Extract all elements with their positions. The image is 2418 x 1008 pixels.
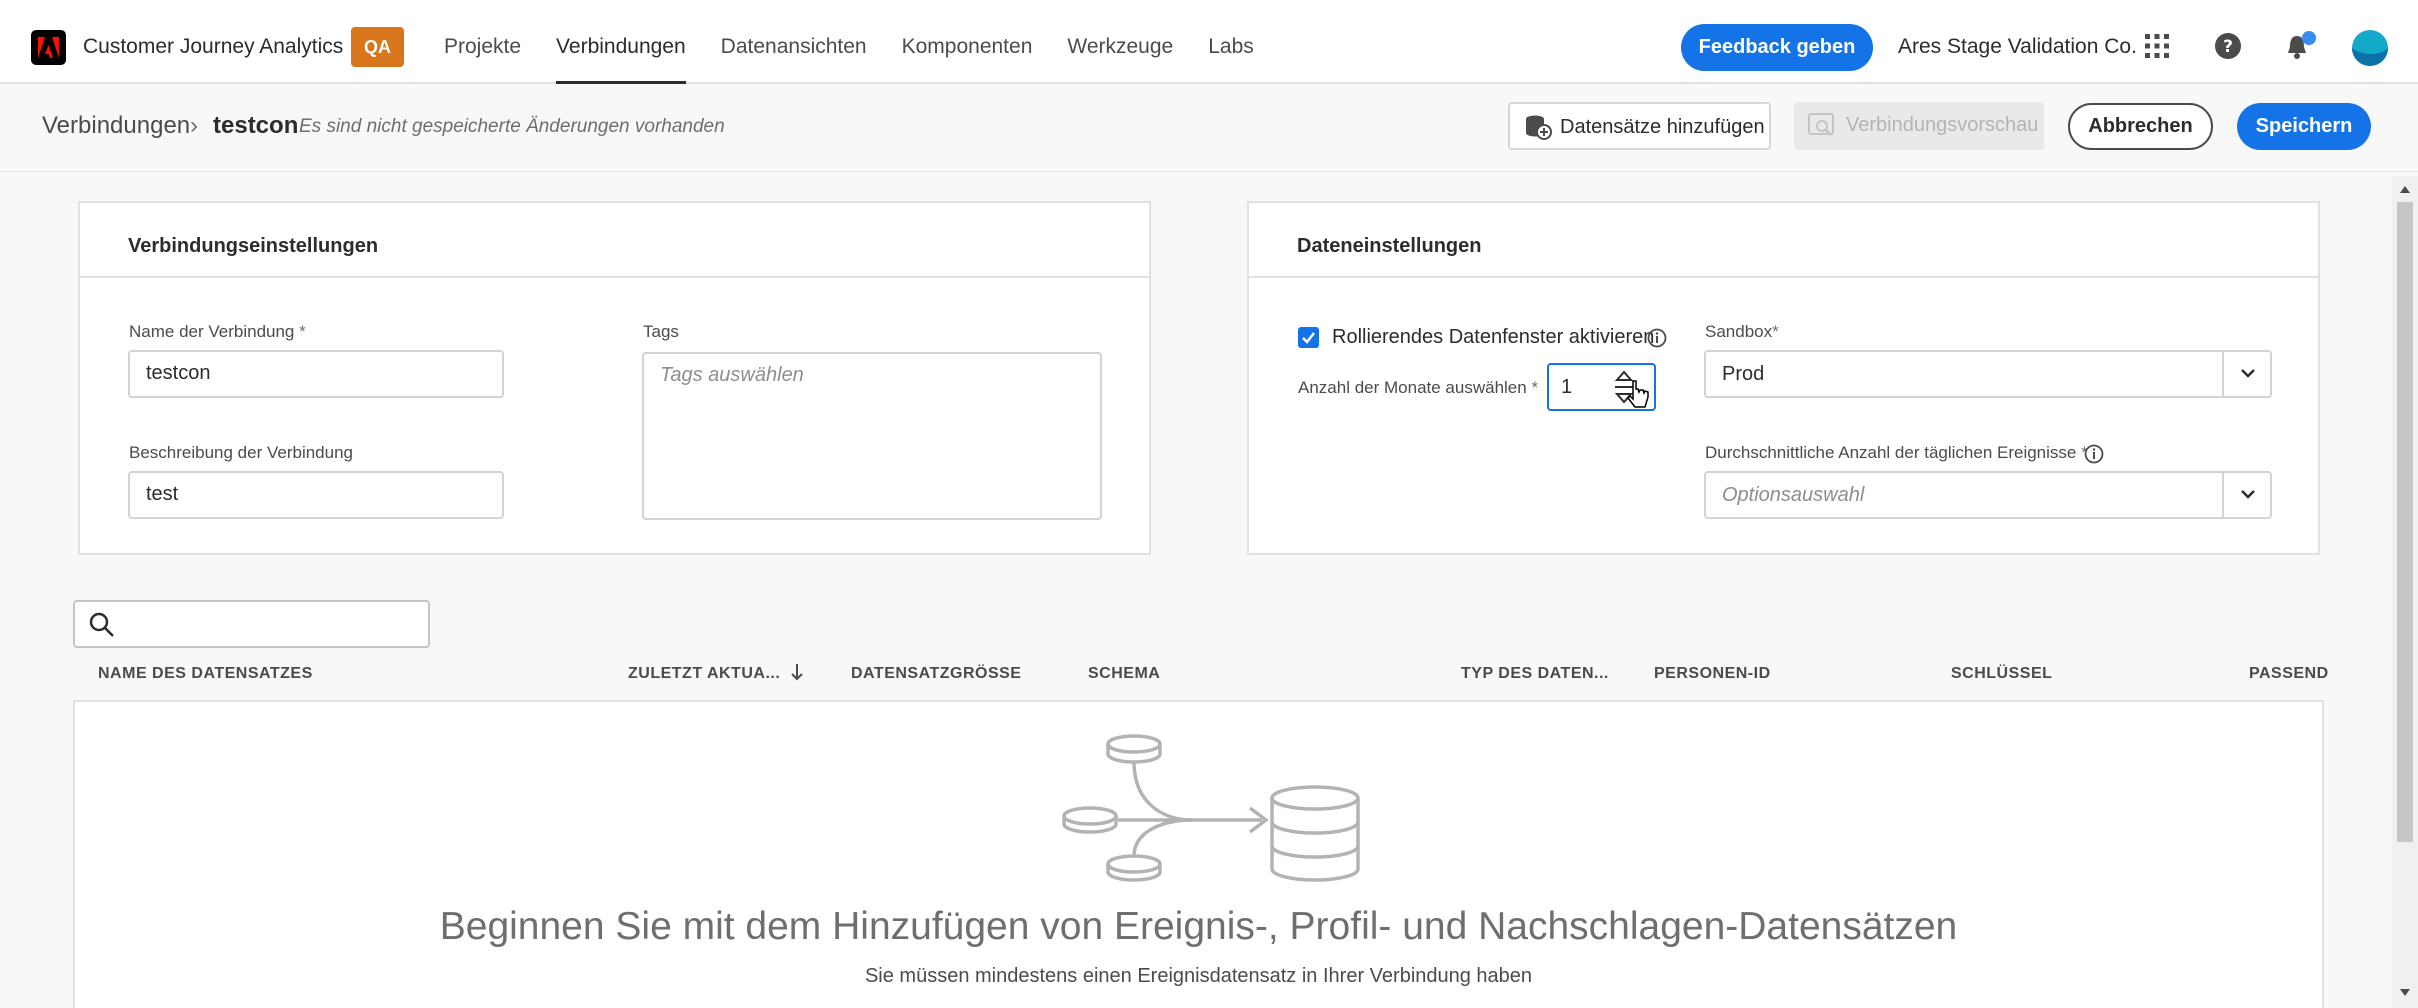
adobe-logo-icon[interactable] [31, 30, 66, 65]
breadcrumb: Verbindungen › testcon Es sind nicht ges… [0, 86, 2418, 172]
connection-description-label: Beschreibung der Verbindung [129, 443, 353, 462]
feedback-button[interactable]: Feedback geben [1681, 24, 1873, 71]
dataset-add-icon [1524, 114, 1552, 146]
data-settings-card: Dateneinstellungen Rollierendes Datenfen… [1247, 201, 2320, 555]
column-schema[interactable]: SCHEMA [1088, 665, 1160, 683]
scrollbar-thumb[interactable] [2397, 202, 2413, 842]
column-dataset-size[interactable]: DATENSATZGRÖSSE [851, 665, 1021, 683]
nav-verbindungen[interactable]: Verbindungen [556, 0, 686, 84]
save-button[interactable]: Speichern [2237, 103, 2371, 150]
empty-state-title: Beginnen Sie mit dem Hinzufügen von Erei… [439, 905, 1958, 948]
dataset-search-input[interactable] [73, 600, 430, 648]
avatar[interactable] [2352, 30, 2388, 71]
org-switcher[interactable]: Ares Stage Validation Co. [1898, 35, 2137, 59]
add-datasets-button[interactable]: Datensätze hinzufügen [1508, 102, 1771, 150]
nav-komponenten[interactable]: Komponenten [902, 0, 1033, 84]
chevron-down-icon[interactable] [2222, 473, 2270, 517]
sandbox-label: Sandbox* [1705, 322, 1779, 341]
breadcrumb-separator: › [190, 112, 198, 139]
top-navigation: Customer Journey Analytics QA Projekte V… [0, 0, 2418, 84]
sandbox-picker[interactable]: Prod [1704, 350, 2272, 398]
connection-name-label: Name der Verbindung * [129, 322, 306, 341]
daily-events-label: Durchschnittliche Anzahl der täglichen E… [1705, 443, 2088, 462]
empty-state-subtitle: Sie müssen mindestens einen Ereignisdate… [864, 965, 1533, 987]
column-last-updated[interactable]: ZULETZT AKTUA... [628, 665, 780, 683]
connection-name-input[interactable]: testcon [128, 350, 504, 398]
datasets-empty-state: Beginnen Sie mit dem Hinzufügen von Erei… [73, 700, 2324, 1008]
nav-projekte[interactable]: Projekte [444, 0, 521, 84]
breadcrumb-current: testcon [213, 112, 299, 139]
data-settings-title: Dateneinstellungen [1297, 235, 1482, 257]
breadcrumb-connections-link[interactable]: Verbindungen [42, 112, 190, 140]
info-icon[interactable] [2084, 444, 2104, 469]
connection-settings-title: Verbindungseinstellungen [128, 235, 379, 257]
months-label: Anzahl der Monate auswählen * [1298, 378, 1539, 397]
svg-text:?: ? [2223, 37, 2233, 57]
scroll-down-icon[interactable] [2399, 988, 2411, 998]
column-key[interactable]: SCHLÜSSEL [1951, 665, 2052, 683]
tags-field[interactable]: Tags auswählen [642, 352, 1102, 520]
connection-settings-card: Verbindungseinstellungen Name der Verbin… [78, 201, 1151, 555]
apps-grid-icon[interactable] [2145, 34, 2169, 63]
bell-icon[interactable] [2285, 30, 2317, 67]
page-scrollbar[interactable] [2392, 176, 2418, 1008]
preview-icon [1808, 113, 1836, 145]
connection-preview-button[interactable]: Verbindungsvorschau [1794, 102, 2044, 150]
main-nav: Projekte Verbindungen Datenansichten Kom… [444, 0, 1289, 84]
months-stepper[interactable]: 1 [1547, 363, 1656, 411]
months-value: 1 [1561, 376, 1573, 398]
sandbox-value: Prod [1722, 363, 1765, 385]
help-icon[interactable]: ? [2215, 33, 2241, 64]
cancel-button[interactable]: Abbrechen [2068, 103, 2213, 150]
column-matching[interactable]: PASSEND [2249, 665, 2329, 683]
environment-badge: QA [351, 27, 404, 67]
unsaved-changes-note: Es sind nicht gespeicherte Änderungen vo… [299, 116, 725, 137]
column-person-id[interactable]: PERSONEN-ID [1654, 665, 1771, 683]
datasets-illustration-icon [1062, 732, 1362, 887]
nav-labs[interactable]: Labs [1208, 0, 1254, 84]
scroll-up-icon[interactable] [2399, 184, 2411, 194]
column-dataset-name[interactable]: NAME DES DATENSATZES [98, 665, 313, 683]
checkmark-icon [1302, 332, 1315, 344]
search-icon [89, 612, 115, 643]
tags-placeholder: Tags auswählen [660, 364, 804, 386]
tags-label: Tags [643, 322, 679, 341]
sort-down-icon[interactable] [789, 662, 805, 687]
rolling-window-label[interactable]: Rollierendes Datenfenster aktivieren [1332, 326, 1654, 349]
daily-events-picker[interactable]: Optionsauswahl [1704, 471, 2272, 519]
info-icon[interactable] [1647, 328, 1667, 353]
rolling-window-checkbox[interactable] [1298, 327, 1319, 348]
app-name[interactable]: Customer Journey Analytics [83, 35, 343, 59]
chevron-down-icon[interactable] [2222, 352, 2270, 396]
nav-werkzeuge[interactable]: Werkzeuge [1067, 0, 1173, 84]
daily-events-placeholder: Optionsauswahl [1722, 484, 1865, 506]
cursor-icon [1627, 379, 1651, 417]
column-dataset-type[interactable]: TYP DES DATEN... [1461, 665, 1609, 683]
nav-datenansichten[interactable]: Datenansichten [721, 0, 867, 84]
connection-description-input[interactable]: test [128, 471, 504, 519]
